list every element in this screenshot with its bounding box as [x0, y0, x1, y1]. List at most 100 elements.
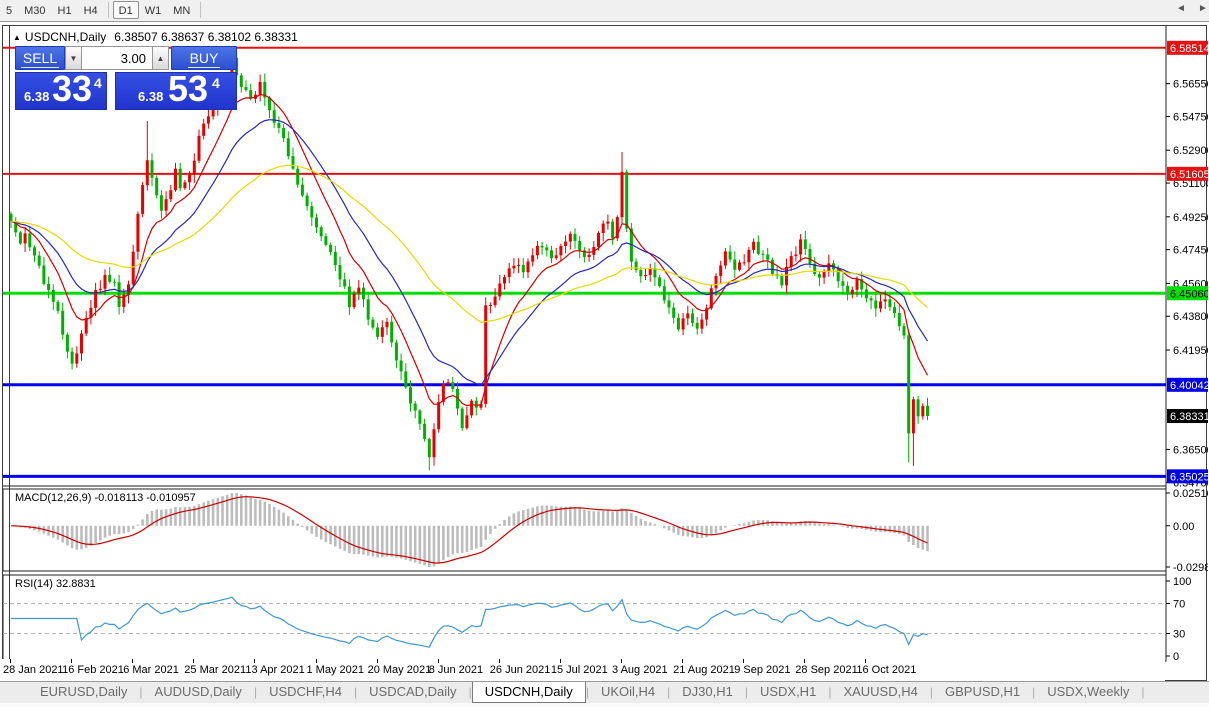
date-axis[interactable]: 28 Jan 2021 16 Feb 2021 6 Mar 2021 25 Mar 2… — [2, 659, 1165, 681]
sell-price-sup: 4 — [94, 75, 102, 91]
svg-text:-0.029881: -0.029881 — [1173, 562, 1208, 574]
tab-scroll-right-button[interactable]: ► — [1198, 3, 1208, 14]
symbol-tab-USDCHF-H4[interactable]: USDCHF,H4 — [257, 682, 354, 703]
date-label: 28 Sep 2021 — [795, 664, 858, 676]
rsi-indicator-label: RSI(14) 32.8831 — [15, 578, 96, 590]
date-tick — [865, 659, 867, 663]
symbol-tab-UKOil-H4[interactable]: UKOil,H4 — [589, 682, 667, 703]
one-click-trade-panel: SELL ▼ ▲ BUY 6.38 33 4 6.38 53 4 — [15, 46, 237, 110]
symbol-tab-USDCNH-Daily[interactable]: USDCNH,Daily — [471, 682, 586, 703]
svg-text:6.54750: 6.54750 — [1173, 111, 1208, 123]
date-label: 16 Feb 2021 — [62, 664, 124, 676]
date-label: 21 Aug 2021 — [673, 664, 735, 676]
sell-button[interactable]: SELL — [15, 46, 65, 70]
symbol-tab-USDCAD-Daily[interactable]: USDCAD,Daily — [357, 682, 468, 703]
date-tick — [559, 659, 561, 663]
tab-separator: | — [1141, 685, 1145, 699]
svg-text:6.56550: 6.56550 — [1173, 79, 1208, 91]
buy-button-label: BUY — [187, 50, 221, 68]
date-tick — [254, 659, 256, 663]
chart-title: ▲ USDCNH,Daily 6.38507 6.38637 6.38102 6.3… — [13, 30, 298, 44]
date-tick — [743, 659, 745, 663]
date-tick — [498, 659, 500, 663]
buy-price-prefix: 6.38 — [138, 89, 164, 104]
price-badges: 6.58514 6.51605 6.45060 6.40042 6.38331 6.350… — [1167, 40, 1208, 484]
timeframe-button-W1[interactable]: W1 — [139, 2, 168, 20]
symbol-tab-XAUUSD-H4[interactable]: XAUUSD,H4 — [831, 682, 929, 703]
sell-price-big: 33 — [52, 68, 93, 109]
ma-mid-line — [10, 119, 929, 387]
volume-increase-button[interactable]: ▲ — [152, 46, 169, 70]
chart-title-symbol: USDCNH,Daily — [24, 30, 107, 44]
symbol-tab-USDX-Weekly[interactable]: USDX,Weekly — [1035, 682, 1141, 703]
chart-title-quotes: 6.38507 6.38637 6.38102 6.38331 — [114, 30, 298, 44]
date-tick — [71, 659, 73, 663]
svg-text:0: 0 — [1173, 651, 1179, 663]
buy-price-big: 53 — [168, 68, 209, 109]
rsi-pane — [3, 596, 1166, 648]
price-axis-labels: 6.565506.547506.529006.511006.492506.474… — [1166, 79, 1208, 489]
timeframe-button-5[interactable]: 5 — [0, 2, 18, 20]
date-label: 9 Sep 2021 — [734, 664, 791, 676]
ma-fast-line — [10, 93, 929, 407]
svg-text:6.51605: 6.51605 — [1170, 169, 1208, 181]
svg-text:6.41950: 6.41950 — [1173, 345, 1208, 357]
svg-text:30: 30 — [1173, 629, 1185, 641]
price-chart-canvas[interactable]: 6.565506.547506.529006.511006.492506.474… — [3, 26, 1208, 682]
pane-borders — [3, 26, 1167, 662]
macd-indicator-label: MACD(12,26,9) -0.018113 -0.010957 — [15, 492, 196, 504]
svg-text:6.43800: 6.43800 — [1173, 311, 1208, 323]
bottom-strip — [0, 703, 1209, 707]
symbol-tab-EURUSD-Daily[interactable]: EURUSD,Daily — [28, 682, 139, 703]
chart-window: 6.565506.547506.529006.511006.492506.474… — [2, 25, 1208, 682]
svg-text:0.025108: 0.025108 — [1173, 488, 1208, 500]
symbol-tab-AUDUSD-Daily[interactable]: AUDUSD,Daily — [143, 682, 254, 703]
candlesticks — [9, 48, 929, 471]
date-label: 1 May 2021 — [306, 664, 364, 676]
volume-decrease-button[interactable]: ▼ — [65, 46, 82, 70]
timeframe-button-D1[interactable]: D1 — [112, 1, 139, 19]
svg-text:6.52900: 6.52900 — [1173, 145, 1208, 157]
timeframe-button-M30[interactable]: M30 — [18, 2, 51, 20]
timeframe-button-H1[interactable]: H1 — [52, 2, 78, 20]
date-label: 3 Aug 2021 — [612, 664, 668, 676]
symbol-tab-bar: EURUSD,Daily | AUDUSD,Daily | USDCHF,H4 … — [0, 681, 1209, 703]
date-label: 20 May 2021 — [367, 664, 432, 676]
svg-text:70: 70 — [1173, 599, 1185, 611]
symbol-tab-DJ30-H1[interactable]: DJ30,H1 — [670, 682, 745, 703]
date-label: 8 Jun 2021 — [428, 664, 484, 676]
macd-signal-line — [10, 496, 928, 564]
indicator-axis-labels: 0.025108 0.00 -0.029881 100 70 30 0 — [1166, 488, 1208, 663]
volume-input[interactable] — [82, 46, 152, 70]
sell-price-prefix: 6.38 — [24, 89, 50, 104]
timeframe-button-MN[interactable]: MN — [167, 2, 196, 20]
svg-text:6.35025: 6.35025 — [1170, 471, 1208, 483]
spin-down-icon: ▼ — [69, 54, 78, 63]
tab-scroll-left-button[interactable]: ◄ — [1176, 3, 1186, 14]
svg-text:6.38331: 6.38331 — [1170, 411, 1208, 423]
svg-text:6.47450: 6.47450 — [1173, 245, 1208, 257]
svg-text:6.45060: 6.45060 — [1170, 288, 1208, 300]
sell-price-box[interactable]: 6.38 33 4 — [15, 68, 107, 110]
date-tick — [621, 659, 622, 663]
buy-price-box[interactable]: 6.38 53 4 — [115, 68, 237, 110]
spin-up-icon: ▲ — [156, 54, 165, 63]
collapse-triangle-icon[interactable]: ▲ — [13, 33, 21, 42]
timeframe-button-H4[interactable]: H4 — [78, 2, 104, 20]
toolbar-separator — [200, 1, 202, 18]
date-label: 26 Jun 2021 — [489, 664, 551, 676]
rsi-line — [11, 596, 928, 648]
svg-text:100: 100 — [1173, 576, 1191, 588]
svg-text:6.49250: 6.49250 — [1173, 212, 1208, 224]
symbol-tab-GBPUSD-H1[interactable]: GBPUSD,H1 — [933, 682, 1032, 703]
date-label: 6 Mar 2021 — [123, 664, 179, 676]
date-tick — [132, 659, 134, 663]
buy-button[interactable]: BUY — [171, 46, 237, 70]
svg-text:6.40042: 6.40042 — [1170, 380, 1208, 392]
ma-slow-line — [10, 164, 928, 323]
svg-text:6.36500: 6.36500 — [1173, 444, 1208, 456]
sell-button-label: SELL — [20, 50, 60, 68]
date-tick — [376, 659, 378, 663]
symbol-tab-USDX-H1[interactable]: USDX,H1 — [748, 682, 828, 703]
date-label: 16 Oct 2021 — [856, 664, 917, 676]
